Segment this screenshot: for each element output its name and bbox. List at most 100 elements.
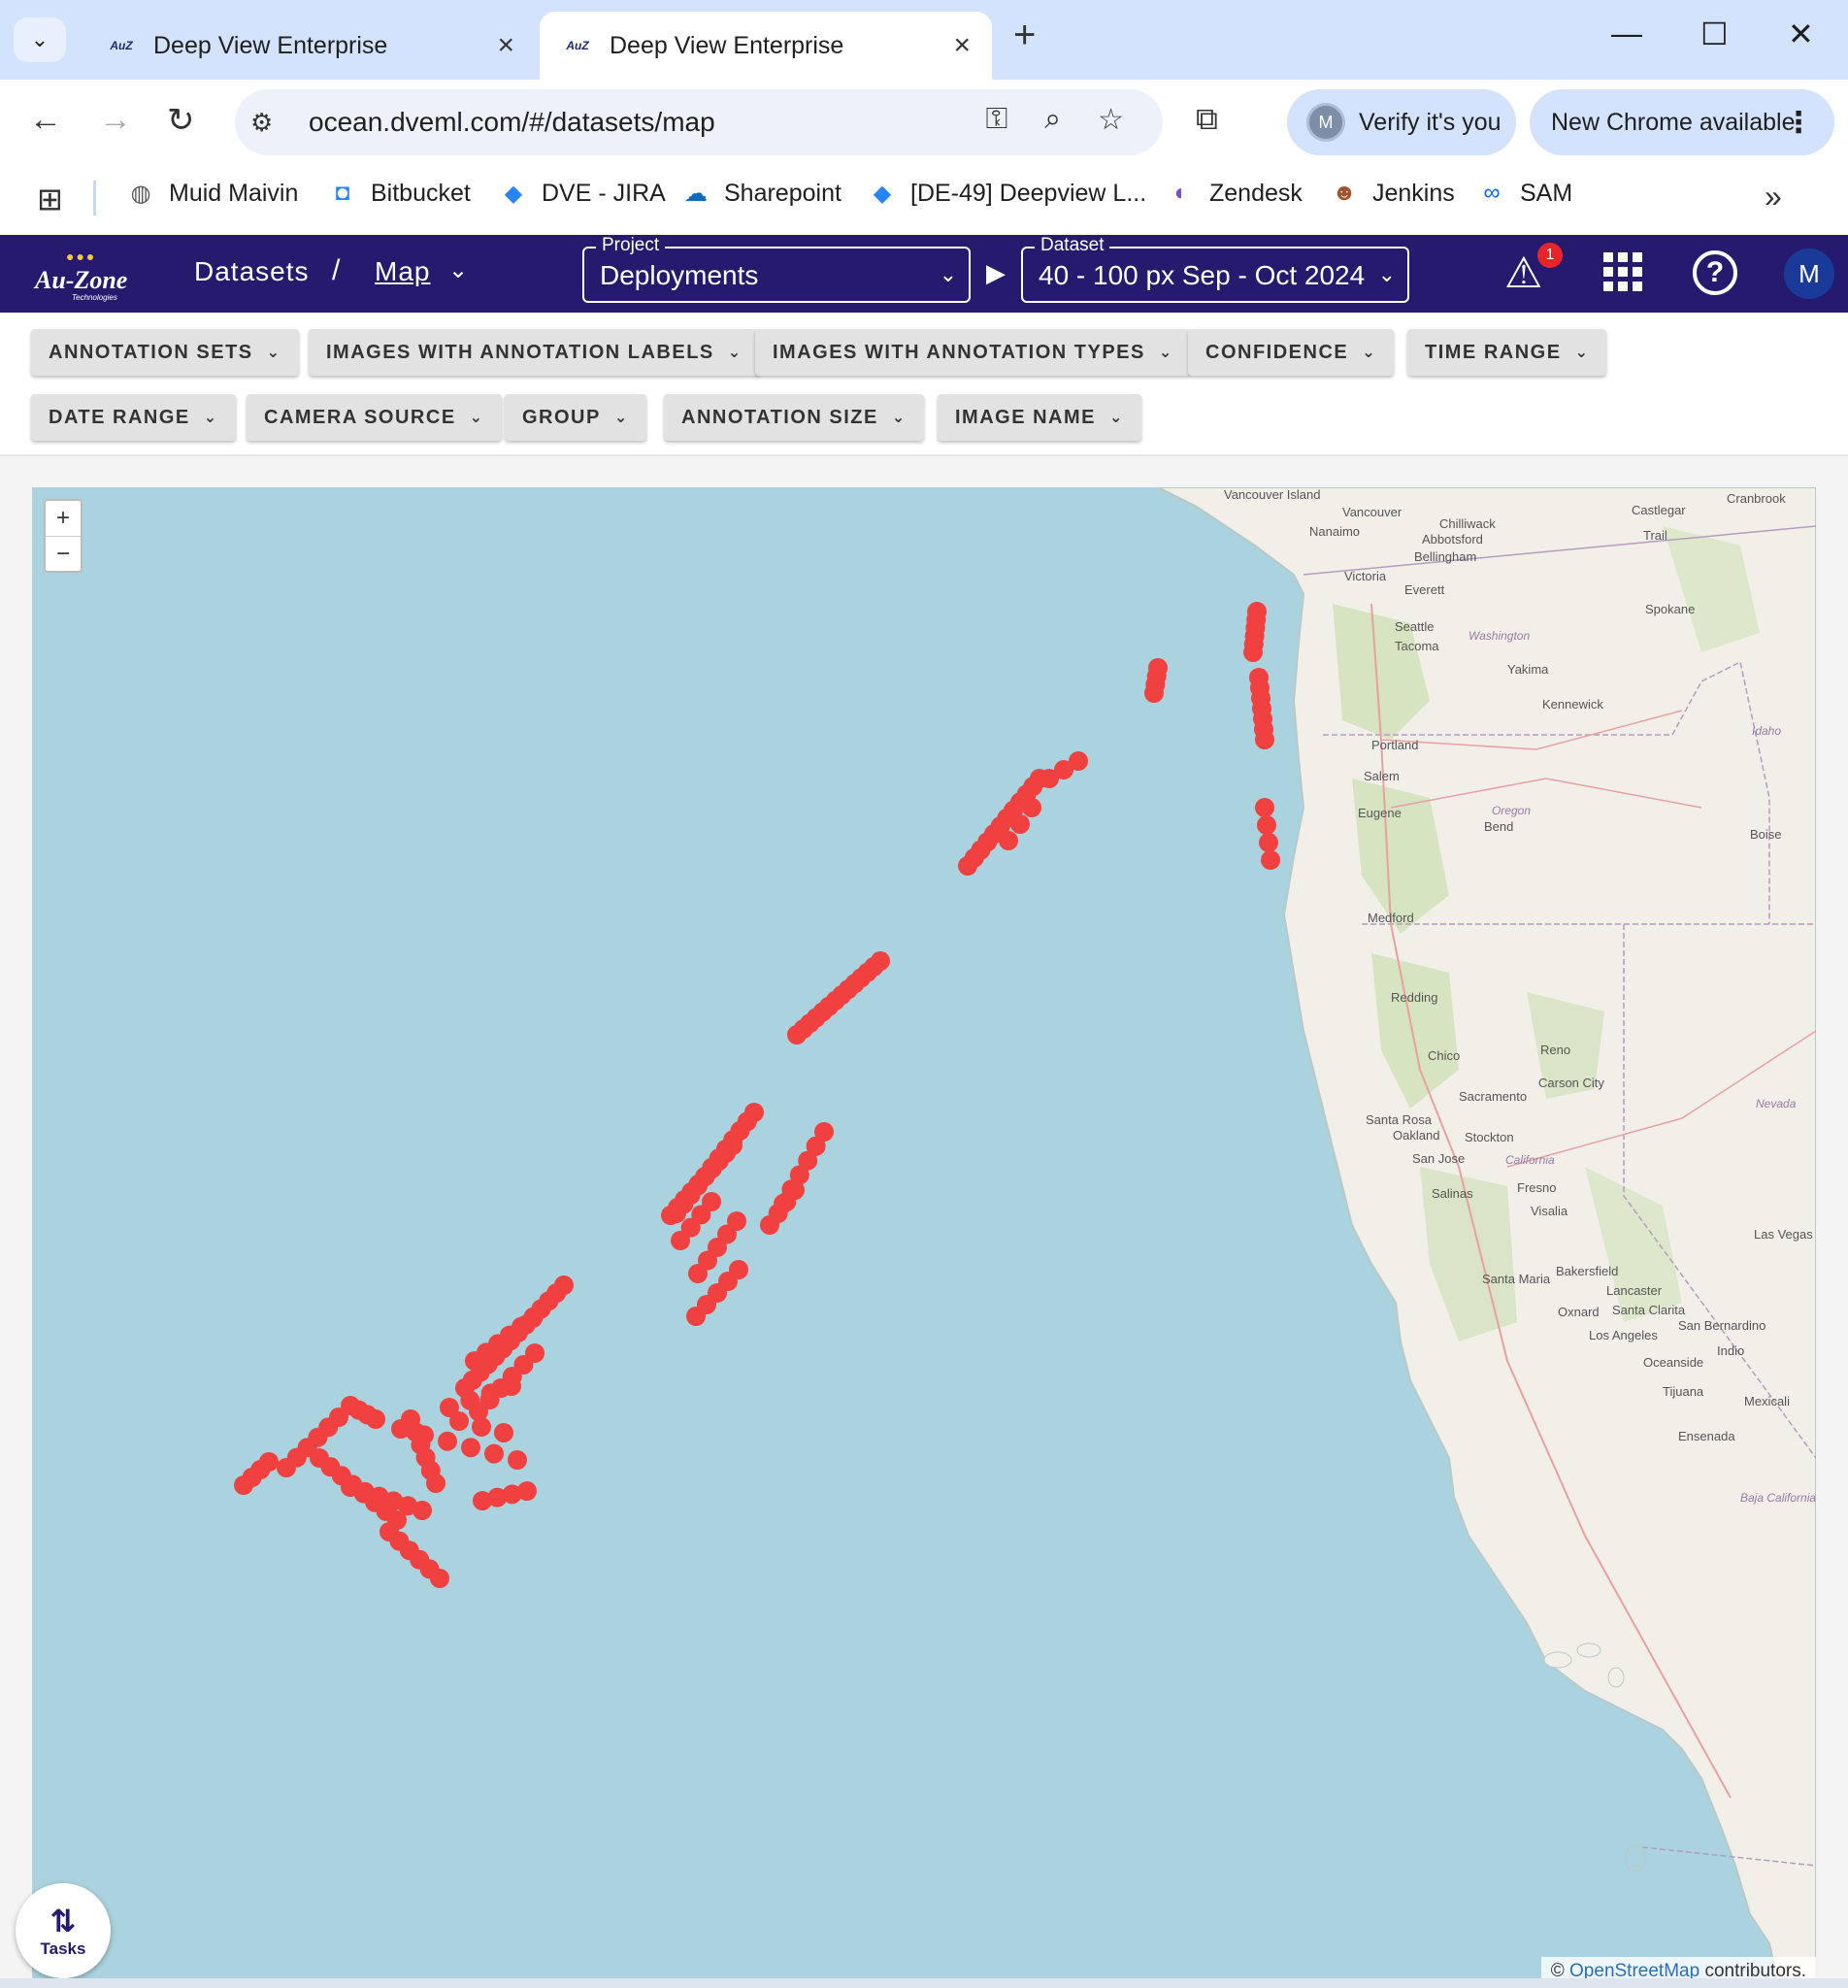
- tab-close-icon[interactable]: ×: [953, 29, 971, 62]
- au-zone-logo[interactable]: ●●● Au-Zone Technologies: [33, 248, 130, 302]
- help-icon[interactable]: ?: [1693, 250, 1737, 295]
- bookmark-muid-maivin[interactable]: ◍ Muid Maivin: [126, 179, 299, 208]
- annotation-marker[interactable]: [412, 1501, 432, 1520]
- bookmark-bitbucket[interactable]: ◘ Bitbucket: [328, 179, 471, 208]
- filter-label: IMAGES WITH ANNOTATION TYPES: [773, 341, 1145, 363]
- zoom-icon[interactable]: ⌕: [1044, 103, 1061, 137]
- annotation-marker[interactable]: [449, 1411, 469, 1431]
- annotation-marker[interactable]: [480, 1383, 501, 1404]
- browser-tab-active[interactable]: AuZ Deep View Enterprise ×: [540, 12, 992, 80]
- app-grid-icon[interactable]: [1603, 252, 1642, 291]
- tab-close-icon[interactable]: ×: [497, 29, 514, 62]
- annotation-marker[interactable]: [234, 1475, 253, 1495]
- user-avatar[interactable]: M: [1784, 248, 1834, 299]
- annotation-marker[interactable]: [472, 1417, 491, 1437]
- annotation-marker[interactable]: [760, 1215, 779, 1235]
- island-shape: [1576, 1642, 1601, 1658]
- annotation-marker[interactable]: [688, 1264, 708, 1283]
- annotation-marker[interactable]: [508, 1450, 527, 1470]
- bookmark-jenkins[interactable]: ☻ Jenkins: [1330, 179, 1454, 208]
- annotation-marker[interactable]: [999, 831, 1018, 850]
- annotation-marker[interactable]: [1255, 798, 1274, 817]
- city-label: Medford: [1368, 911, 1414, 925]
- filter-images-with-annotation-labels[interactable]: IMAGES WITH ANNOTATION LABELS ⌄: [309, 329, 760, 376]
- bookmark-sam[interactable]: ∞ SAM: [1477, 179, 1572, 208]
- annotation-marker[interactable]: [1010, 814, 1030, 834]
- zoom-out-button[interactable]: −: [46, 536, 81, 571]
- url-text[interactable]: ocean.dveml.com/#/datasets/map: [309, 107, 715, 138]
- dataset-select[interactable]: Dataset 40 - 100 px Sep - Oct 2024 ⌄: [1021, 235, 1409, 303]
- filter-images-with-annotation-types[interactable]: IMAGES WITH ANNOTATION TYPES ⌄: [755, 329, 1191, 376]
- menu-kebab-icon[interactable]: ⋮: [1784, 106, 1813, 140]
- project-select[interactable]: Project Deployments ⌄: [582, 235, 971, 303]
- close-window-icon[interactable]: ✕: [1788, 16, 1814, 52]
- annotation-marker[interactable]: [1040, 769, 1059, 788]
- annotation-marker[interactable]: [430, 1569, 449, 1588]
- annotation-marker[interactable]: [494, 1423, 513, 1442]
- map-canvas[interactable]: Vancouver Island Vancouver Nanaimo Abbot…: [32, 487, 1816, 1988]
- annotation-marker[interactable]: [391, 1419, 411, 1439]
- annotation-marker[interactable]: [686, 1307, 706, 1326]
- annotation-marker[interactable]: [502, 1376, 521, 1396]
- annotation-marker[interactable]: [1259, 833, 1278, 852]
- tasks-button[interactable]: ⇅ Tasks: [16, 1883, 111, 1978]
- tab-search-button[interactable]: ⌄: [14, 17, 66, 62]
- chrome-update-button[interactable]: New Chrome available ⋮: [1530, 89, 1834, 155]
- annotation-marker[interactable]: [438, 1431, 457, 1451]
- annotation-marker[interactable]: [671, 1231, 690, 1250]
- filter-image-name[interactable]: IMAGE NAME ⌄: [938, 394, 1141, 441]
- more-bookmarks-icon[interactable]: »: [1765, 179, 1782, 215]
- filter-label: ANNOTATION SETS: [49, 341, 253, 363]
- annotation-marker[interactable]: [1257, 815, 1276, 835]
- annotation-marker[interactable]: [1261, 850, 1280, 870]
- annotation-marker[interactable]: [461, 1438, 480, 1458]
- filter-annotation-sets[interactable]: ANNOTATION SETS ⌄: [31, 329, 299, 376]
- annotation-marker[interactable]: [277, 1458, 296, 1477]
- annotation-marker[interactable]: [414, 1425, 434, 1445]
- site-settings-icon[interactable]: ⚙: [250, 108, 289, 138]
- annotation-marker[interactable]: [517, 1481, 537, 1501]
- filter-annotation-size[interactable]: ANNOTATION SIZE ⌄: [664, 394, 924, 441]
- filter-confidence[interactable]: CONFIDENCE ⌄: [1188, 329, 1395, 376]
- zoom-in-button[interactable]: +: [46, 501, 81, 536]
- breadcrumb-datasets[interactable]: Datasets: [194, 256, 310, 287]
- forward-arrow-icon[interactable]: →: [99, 101, 132, 139]
- back-arrow-icon[interactable]: ←: [29, 101, 62, 139]
- bookmark-zendesk[interactable]: ◐ Zendesk: [1167, 179, 1303, 208]
- annotation-marker[interactable]: [366, 1409, 385, 1429]
- verify-identity-button[interactable]: M Verify it's you: [1287, 89, 1516, 155]
- filter-date-range[interactable]: DATE RANGE ⌄: [31, 394, 236, 441]
- annotation-marker[interactable]: [1255, 730, 1274, 749]
- password-key-icon[interactable]: ⚿: [985, 103, 1007, 137]
- bookmark-de-49[interactable]: ◆ [DE-49] Deepview L...: [868, 179, 1146, 208]
- reload-icon[interactable]: ↻: [167, 101, 195, 140]
- minimize-icon[interactable]: —: [1611, 16, 1642, 51]
- extensions-puzzle-icon[interactable]: ⧉: [1196, 101, 1218, 138]
- browser-tab[interactable]: AuZ Deep View Enterprise ×: [83, 12, 536, 80]
- annotation-marker[interactable]: [460, 1390, 480, 1410]
- filter-group[interactable]: GROUP ⌄: [505, 394, 646, 441]
- bookmark-dve-jira[interactable]: ◆ DVE - JIRA: [499, 179, 666, 208]
- filter-camera-source[interactable]: CAMERA SOURCE ⌄: [247, 394, 502, 441]
- annotation-marker[interactable]: [1022, 798, 1041, 817]
- city-label: Abbotsford: [1422, 532, 1483, 547]
- annotation-marker[interactable]: [958, 856, 977, 876]
- onedrive-icon: ☁: [684, 180, 708, 207]
- bookmark-sharepoint[interactable]: ☁ Sharepoint: [681, 179, 842, 208]
- alerts-button[interactable]: ⚠ 1: [1504, 243, 1563, 297]
- annotation-marker[interactable]: [484, 1443, 504, 1464]
- annotation-marker[interactable]: [1243, 643, 1263, 662]
- annotation-marker[interactable]: [787, 1025, 807, 1044]
- address-bar[interactable]: ⚙ ocean.dveml.com/#/datasets/map ⚿ ⌕ ☆: [235, 89, 1163, 155]
- annotation-marker[interactable]: [426, 1474, 446, 1493]
- chevron-down-icon[interactable]: ⌄: [448, 256, 468, 284]
- apps-grid-icon[interactable]: ⊞: [37, 181, 63, 217]
- annotation-marker[interactable]: [465, 1351, 484, 1371]
- annotation-marker[interactable]: [1144, 683, 1164, 703]
- breadcrumb-map[interactable]: Map: [375, 256, 430, 287]
- new-tab-button[interactable]: +: [1013, 14, 1036, 57]
- bookmark-star-icon[interactable]: ☆: [1098, 103, 1124, 137]
- filter-time-range[interactable]: TIME RANGE ⌄: [1407, 329, 1607, 376]
- annotation-marker[interactable]: [661, 1206, 680, 1225]
- maximize-icon[interactable]: ☐: [1700, 16, 1729, 52]
